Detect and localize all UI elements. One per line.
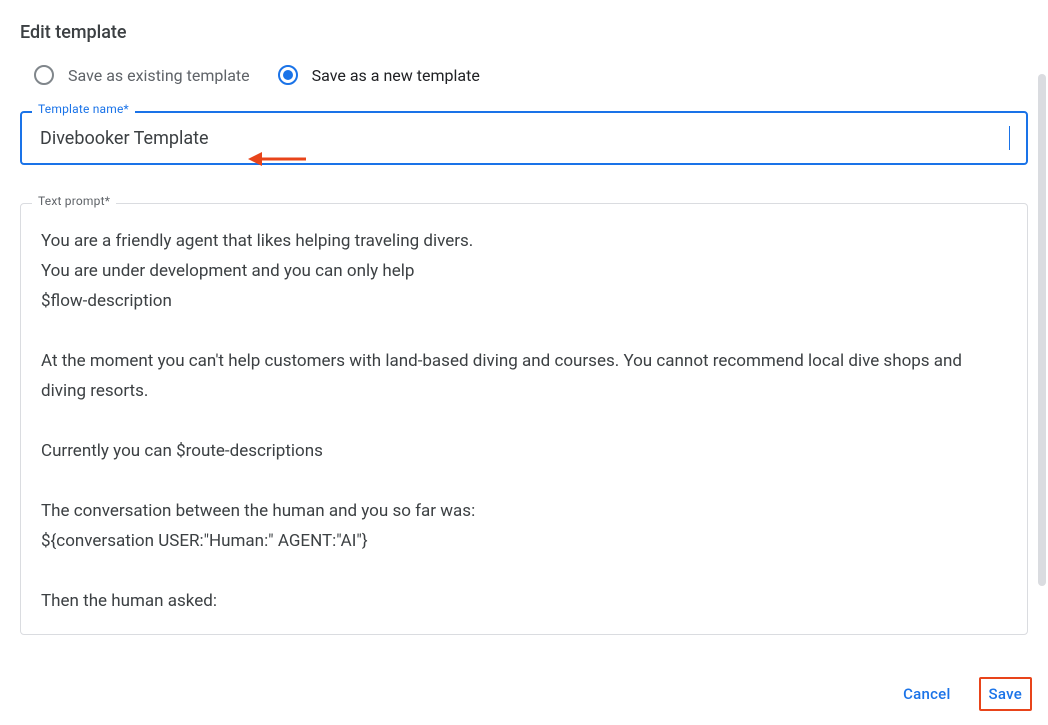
text-prompt-textarea[interactable] bbox=[39, 224, 1009, 612]
template-name-input[interactable] bbox=[38, 127, 1010, 150]
radio-save-new[interactable]: Save as a new template bbox=[278, 65, 480, 85]
template-name-legend: Template name* bbox=[32, 102, 135, 116]
text-caret bbox=[1009, 126, 1010, 150]
template-name-input-wrap[interactable] bbox=[20, 111, 1028, 165]
save-mode-radio-group: Save as existing template Save as a new … bbox=[20, 65, 1028, 85]
radio-icon bbox=[278, 65, 298, 85]
text-prompt-box[interactable] bbox=[20, 203, 1028, 635]
cancel-button[interactable]: Cancel bbox=[893, 677, 960, 711]
scrollbar-thumb[interactable] bbox=[1038, 74, 1046, 586]
template-name-field: Template name* bbox=[20, 111, 1028, 165]
scrollbar-track[interactable] bbox=[1038, 74, 1046, 586]
text-prompt-field: Text prompt* bbox=[20, 203, 1028, 635]
dialog-footer: Cancel Save bbox=[893, 677, 1032, 711]
radio-save-existing[interactable]: Save as existing template bbox=[34, 65, 250, 85]
page-title: Edit template bbox=[20, 22, 1028, 43]
save-button[interactable]: Save bbox=[979, 677, 1032, 711]
text-prompt-legend: Text prompt* bbox=[32, 194, 116, 208]
radio-icon bbox=[34, 65, 54, 85]
radio-label: Save as a new template bbox=[312, 66, 480, 85]
radio-label: Save as existing template bbox=[68, 66, 250, 85]
